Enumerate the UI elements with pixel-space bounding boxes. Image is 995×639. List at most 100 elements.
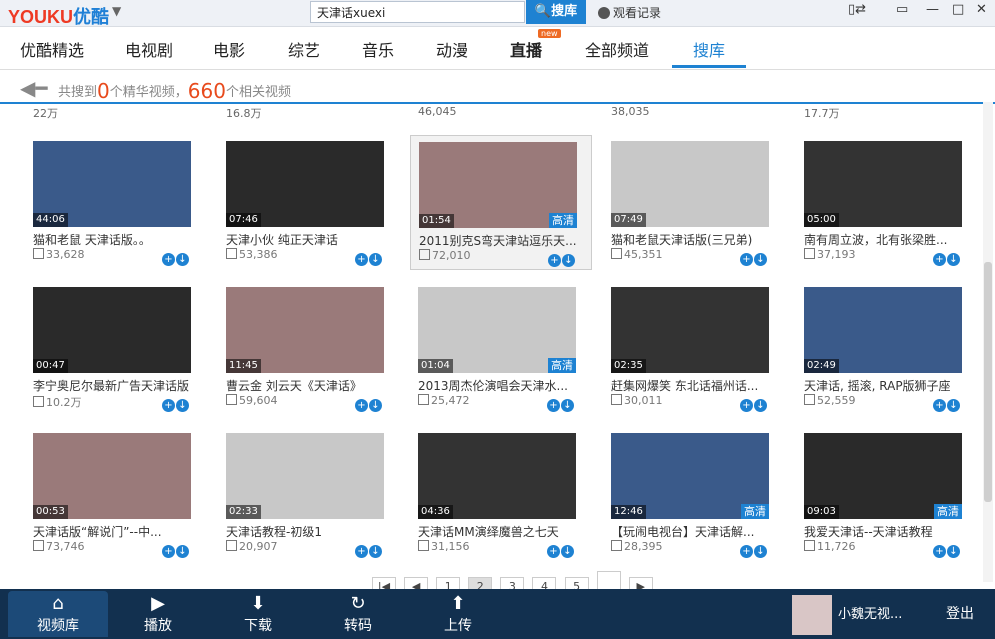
download-icon[interactable]: ↓ [562,254,575,267]
chevron-down-icon[interactable]: ▼ [112,4,121,18]
add-icon[interactable]: + [933,253,946,266]
video-title[interactable]: 【玩闹电视台】天津话解... [611,523,771,540]
download-icon[interactable]: ↓ [754,253,767,266]
video-thumbnail[interactable]: 01:04 高清 [418,287,576,373]
video-title[interactable]: 天津话教程-初级1 [226,523,386,540]
download-icon[interactable]: ↓ [176,253,189,266]
add-icon[interactable]: + [740,253,753,266]
video-card[interactable]: 02:33 天津话教程-初级1 20,907 + ↓ [218,427,400,562]
tab-transcode[interactable]: ↻ 转码 [308,591,408,637]
tab-anime[interactable]: 动漫 [436,37,468,61]
phone-icon[interactable]: ▯⇄ [848,2,866,17]
download-icon[interactable]: ↓ [947,399,960,412]
video-card[interactable]: 04:36 天津话MM演绎魔兽之七天 31,156 + ↓ [410,427,592,562]
add-icon[interactable]: + [355,399,368,412]
video-card[interactable]: 09:03 高清 我爱天津话--天津话教程 11,726 + ↓ [796,427,978,562]
add-icon[interactable]: + [355,253,368,266]
download-icon[interactable]: ↓ [176,545,189,558]
video-thumbnail[interactable]: 02:49 [804,287,962,373]
minimize-icon[interactable]: — [926,2,939,17]
video-thumbnail[interactable]: 02:35 [611,287,769,373]
message-icon[interactable]: ▭ [896,2,908,17]
tab-play[interactable]: ▶ 播放 [108,591,208,637]
add-icon[interactable]: + [162,253,175,266]
video-card[interactable]: 02:35 赶集网爆笑 东北话福州话... 30,011 + ↓ [603,281,785,416]
add-icon[interactable]: + [548,254,561,267]
add-icon[interactable]: + [355,545,368,558]
add-icon[interactable]: + [933,399,946,412]
video-thumbnail[interactable]: 02:33 [226,433,384,519]
video-title[interactable]: 猫和老鼠 天津话版。。 [33,231,193,248]
add-icon[interactable]: + [740,545,753,558]
video-card[interactable]: 00:53 天津话版“解说门”--中... 73,746 + ↓ [25,427,207,562]
download-icon[interactable]: ↓ [369,253,382,266]
video-title[interactable]: 曹云金 刘云天《天津话》 [226,377,386,394]
tab-featured[interactable]: 优酷精选 [20,37,84,61]
video-card[interactable]: 07:49 猫和老鼠天津话版(三兄弟) 45,351 + ↓ [603,135,785,270]
video-title[interactable]: 2013周杰伦演唱会天津水... [418,377,578,394]
scrollbar[interactable] [983,102,993,582]
tab-variety[interactable]: 综艺 [288,37,320,61]
video-thumbnail[interactable]: 00:47 [33,287,191,373]
download-icon[interactable]: ↓ [369,399,382,412]
video-card[interactable]: 11:45 曹云金 刘云天《天津话》 59,604 + ↓ [218,281,400,416]
history-button[interactable]: 观看记录 [598,4,661,21]
video-thumbnail[interactable]: 44:06 [33,141,191,227]
search-input[interactable]: 天津话xuexi [310,1,525,23]
tab-all-channels[interactable]: 全部频道 [585,37,649,61]
download-icon[interactable]: ↓ [369,545,382,558]
download-icon[interactable]: ↓ [947,545,960,558]
scrollbar-thumb[interactable] [984,262,992,502]
video-card[interactable]: 02:49 天津话, 摇滚, RAP版狮子座 52,559 + ↓ [796,281,978,416]
tab-upload[interactable]: ⬆ 上传 [408,591,508,637]
tab-soku[interactable]: 搜库 [693,37,725,61]
logout-button[interactable]: 登出 [946,603,974,623]
username[interactable]: 小魏无视... [838,603,902,622]
add-icon[interactable]: + [547,399,560,412]
video-title[interactable]: 南有周立波，北有张梁胜... [804,231,964,248]
tab-music[interactable]: 音乐 [362,37,394,61]
page-more[interactable] [596,571,621,590]
video-title[interactable]: 我爱天津话--天津话教程 [804,523,964,540]
download-icon[interactable]: ↓ [754,399,767,412]
add-icon[interactable]: + [547,545,560,558]
close-icon[interactable]: ✕ [976,2,987,17]
add-icon[interactable]: + [740,399,753,412]
download-icon[interactable]: ↓ [176,399,189,412]
video-thumbnail[interactable]: 05:00 [804,141,962,227]
tab-download[interactable]: ⬇ 下载 [208,591,308,637]
video-thumbnail[interactable]: 00:53 [33,433,191,519]
tab-tv[interactable]: 电视剧 [125,37,173,61]
video-thumbnail[interactable]: 01:54 高清 [419,142,577,228]
add-icon[interactable]: + [162,545,175,558]
video-title[interactable]: 天津小伙 纯正天津话 [226,231,386,248]
video-title[interactable]: 天津话版“解说门”--中... [33,523,193,540]
add-icon[interactable]: + [933,545,946,558]
video-title[interactable]: 天津话MM演绎魔兽之七天 [418,523,578,540]
video-title[interactable]: 2011别克S弯天津站逗乐天... [419,232,579,249]
video-card[interactable]: 01:54 高清 2011别克S弯天津站逗乐天... 72,010 + ↓ [410,135,592,270]
download-icon[interactable]: ↓ [754,545,767,558]
search-button[interactable]: 🔍搜库 [526,0,586,24]
tab-video-library[interactable]: ⌂ 视频库 [8,591,108,637]
video-title[interactable]: 李宁奥尼尔最新广告天津话版 [33,377,193,394]
video-title[interactable]: 猫和老鼠天津话版(三兄弟) [611,231,771,248]
maximize-icon[interactable]: □ [952,2,964,17]
video-thumbnail[interactable]: 04:36 [418,433,576,519]
video-card[interactable]: 01:04 高清 2013周杰伦演唱会天津水... 25,472 + ↓ [410,281,592,416]
video-card[interactable]: 07:46 天津小伙 纯正天津话 53,386 + ↓ [218,135,400,270]
download-icon[interactable]: ↓ [561,545,574,558]
add-icon[interactable]: + [162,399,175,412]
video-title[interactable]: 天津话, 摇滚, RAP版狮子座 [804,377,964,394]
avatar[interactable] [792,595,832,635]
video-thumbnail[interactable]: 07:46 [226,141,384,227]
video-card[interactable]: 00:47 李宁奥尼尔最新广告天津话版 10.2万 + ↓ [25,281,207,416]
video-thumbnail[interactable]: 11:45 [226,287,384,373]
video-title[interactable]: 赶集网爆笑 东北话福州话... [611,377,771,394]
download-icon[interactable]: ↓ [561,399,574,412]
back-arrow-icon[interactable]: ◀━ [20,76,47,100]
download-icon[interactable]: ↓ [947,253,960,266]
tab-movie[interactable]: 电影 [213,37,245,61]
video-thumbnail[interactable]: 07:49 [611,141,769,227]
video-thumbnail[interactable]: 09:03 高清 [804,433,962,519]
